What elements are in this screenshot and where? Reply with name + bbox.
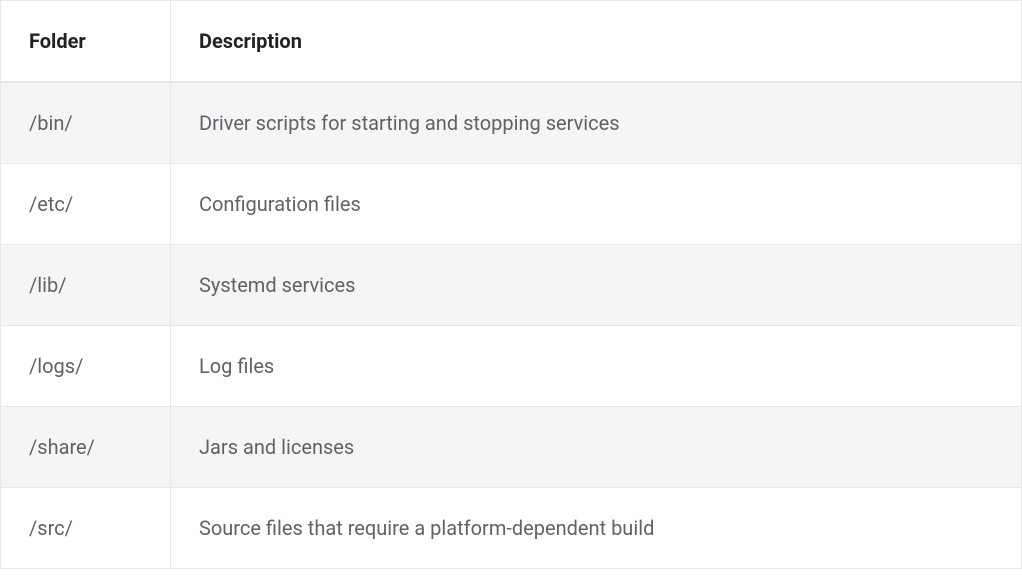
table-row: /bin/ Driver scripts for starting and st… — [1, 82, 1022, 164]
cell-folder: /share/ — [1, 407, 171, 488]
cell-folder: /etc/ — [1, 164, 171, 245]
table-row: /src/ Source files that require a platfo… — [1, 488, 1022, 569]
cell-folder: /src/ — [1, 488, 171, 569]
table-row: /etc/ Configuration files — [1, 164, 1022, 245]
cell-description: Jars and licenses — [171, 407, 1022, 488]
header-description: Description — [171, 1, 1022, 83]
cell-description: Configuration files — [171, 164, 1022, 245]
cell-folder: /lib/ — [1, 245, 171, 326]
cell-folder: /bin/ — [1, 82, 171, 164]
table-row: /share/ Jars and licenses — [1, 407, 1022, 488]
folder-description-table: Folder Description /bin/ Driver scripts … — [0, 0, 1022, 569]
cell-description: Source files that require a platform-dep… — [171, 488, 1022, 569]
header-folder: Folder — [1, 1, 171, 83]
cell-description: Systemd services — [171, 245, 1022, 326]
cell-description: Log files — [171, 326, 1022, 407]
cell-folder: /logs/ — [1, 326, 171, 407]
table-row: /lib/ Systemd services — [1, 245, 1022, 326]
table-row: /logs/ Log files — [1, 326, 1022, 407]
table-header-row: Folder Description — [1, 1, 1022, 83]
cell-description: Driver scripts for starting and stopping… — [171, 82, 1022, 164]
